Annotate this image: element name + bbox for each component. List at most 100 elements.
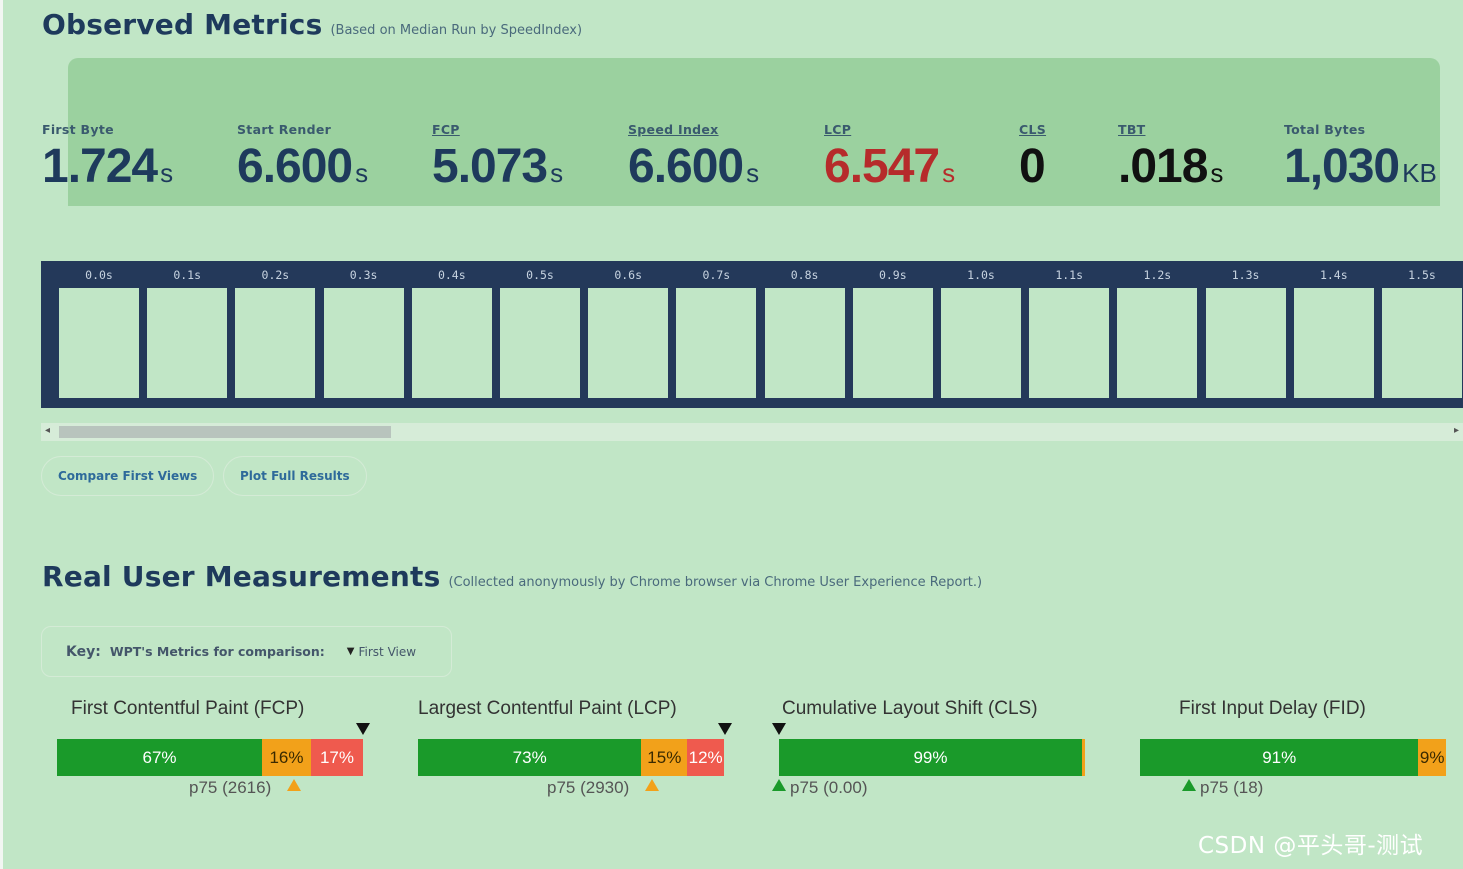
filmstrip-frame[interactable] [1382, 288, 1462, 398]
filmstrip[interactable]: 0.0s 0.1s 0.2s 0.3s 0.4s 0.5s 0.6s 0.7s 0.8s 0.9s… [41, 261, 1463, 408]
filmstrip-frame[interactable] [59, 288, 139, 398]
triangle-down-icon: ▼ [346, 646, 355, 657]
observed-metrics-subtitle: (Based on Median Run by SpeedIndex) [330, 23, 583, 38]
filmstrip-time-label: 1.3s [1231, 268, 1260, 282]
key-label: Key: [66, 643, 101, 660]
metric-label-link[interactable]: TBT [1118, 122, 1223, 137]
filmstrip-frame[interactable] [941, 288, 1021, 398]
metric-label-link[interactable]: Speed Index [628, 122, 759, 137]
filmstrip-scrollbar[interactable]: ◂ ▸ [41, 423, 1463, 441]
filmstrip-frame[interactable] [676, 288, 757, 398]
scroll-right-arrow-icon[interactable]: ▸ [1454, 425, 1459, 436]
crux-good-segment: 99% [779, 739, 1082, 776]
filmstrip-frame[interactable] [764, 288, 845, 398]
crux-poor-segment: 17% [310, 739, 363, 776]
crux-title-cls: Cumulative Layout Shift (CLS) [782, 698, 1038, 719]
crux-poor-segment: 12% [687, 739, 724, 776]
metric-label: Start Render [237, 122, 332, 137]
metric-value: 1.724 [42, 140, 158, 193]
metric-label-link[interactable]: CLS [1019, 122, 1048, 137]
filmstrip-time-label: 1.5s [1408, 268, 1436, 282]
p75-marker-icon [1182, 779, 1196, 791]
next-section-heading-cutoff [40, 862, 200, 869]
metric-label: Total Bytes [1284, 122, 1366, 137]
filmstrip-frame[interactable] [411, 288, 492, 398]
metric-first-byte: First Byte 1.724 s [42, 122, 173, 194]
p75-marker-icon [287, 779, 301, 791]
filmstrip-time-label: 0.0s [85, 268, 113, 282]
crux-bar-fcp: 67% 16% 17% [57, 739, 363, 776]
filmstrip-frame[interactable] [1293, 288, 1374, 398]
filmstrip-time-label: 0.1s [173, 268, 202, 282]
filmstrip-frame[interactable] [852, 288, 933, 398]
metric-unit: s [550, 158, 564, 188]
filmstrip-frame[interactable] [147, 288, 228, 398]
filmstrip-frame[interactable] [500, 288, 580, 398]
key-description: WPT's Metrics for comparison: [109, 644, 325, 659]
p75-label-cls: p75 (0.00) [790, 778, 868, 797]
metric-label: First Byte [42, 122, 114, 137]
observed-metrics-title: Observed Metrics [42, 8, 323, 41]
scrollbar-thumb[interactable] [59, 426, 391, 438]
first-view-marker-icon [356, 723, 370, 735]
plot-full-results-button[interactable]: Plot Full Results [223, 456, 367, 496]
metric-cls[interactable]: CLS 0 [1019, 122, 1048, 194]
filmstrip-time-label: 0.7s [702, 268, 731, 282]
filmstrip-frame[interactable] [1205, 288, 1286, 398]
metric-unit: KB [1402, 158, 1437, 188]
rum-subtitle: (Collected anonymously by Chrome browser… [448, 575, 983, 590]
compare-first-views-button[interactable]: Compare First Views [41, 456, 215, 496]
metric-label-link[interactable]: LCP [824, 122, 955, 137]
metric-unit: s [160, 158, 174, 188]
crux-mid-segment [1081, 739, 1085, 776]
filmstrip-time-label: 0.4s [437, 268, 466, 282]
metric-value: 0 [1019, 140, 1046, 193]
rum-title: Real User Measurements [42, 560, 441, 593]
p75-marker-icon [645, 779, 659, 791]
crux-title-fcp: First Contentful Paint (FCP) [71, 698, 305, 719]
filmstrip-time-label: 1.2s [1143, 268, 1172, 282]
crux-mid-segment: 9% [1418, 739, 1446, 776]
metric-label-link[interactable]: FCP [432, 122, 563, 137]
metric-tbt[interactable]: TBT .018 s [1118, 122, 1223, 194]
filmstrip-frame[interactable] [235, 288, 316, 398]
metric-lcp[interactable]: LCP 6.547 s [824, 122, 955, 194]
filmstrip-time-label: 0.6s [614, 268, 643, 282]
metric-unit: s [1210, 158, 1224, 188]
p75-label-fid: p75 (18) [1200, 778, 1264, 797]
crux-bar-fid: 91% 9% [1140, 739, 1446, 776]
metric-value: 6.600 [237, 140, 353, 193]
metric-start-render: Start Render 6.600 s [237, 122, 368, 194]
filmstrip-time-label: 0.9s [878, 268, 907, 282]
metric-fcp[interactable]: FCP 5.073 s [432, 122, 563, 194]
filmstrip-frame[interactable] [1029, 288, 1110, 398]
filmstrip-time-label: 1.1s [1055, 268, 1084, 282]
key-legend: Key: WPT's Metrics for comparison: ▼ Fir… [41, 626, 452, 677]
filmstrip-frame[interactable] [1117, 288, 1198, 398]
crux-mid-segment: 16% [262, 739, 311, 776]
filmstrip-time-label: 0.5s [526, 268, 554, 282]
metric-unit: s [355, 158, 369, 188]
metric-value: .018 [1118, 140, 1208, 193]
crux-title-fid: First Input Delay (FID) [1179, 698, 1366, 719]
metric-speed-index[interactable]: Speed Index 6.600 s [628, 122, 759, 194]
filmstrip-time-label: 0.2s [261, 268, 290, 282]
page-edge [0, 0, 3, 869]
metric-value: 5.073 [432, 140, 548, 193]
scroll-left-arrow-icon[interactable]: ◂ [45, 425, 50, 436]
observed-metrics-heading: Observed Metrics (Based on Median Run by… [42, 8, 582, 41]
filmstrip-frame[interactable] [323, 288, 404, 398]
filmstrip-frame[interactable] [588, 288, 669, 398]
crux-mid-segment: 15% [641, 739, 688, 776]
rum-heading: Real User Measurements (Collected anonym… [42, 560, 982, 593]
crux-good-segment: 73% [418, 739, 642, 776]
metric-value: 1,030 [1284, 140, 1400, 193]
p75-label-lcp: p75 (2930) [547, 778, 630, 797]
metric-total-bytes: Total Bytes 1,030 KB [1284, 122, 1437, 194]
metric-unit: s [942, 158, 956, 188]
metric-unit: s [746, 158, 760, 188]
crux-good-segment: 67% [57, 739, 263, 776]
filmstrip-time-label: 1.4s [1319, 268, 1348, 282]
metric-value: 6.547 [824, 140, 940, 193]
crux-good-segment: 91% [1140, 739, 1419, 776]
